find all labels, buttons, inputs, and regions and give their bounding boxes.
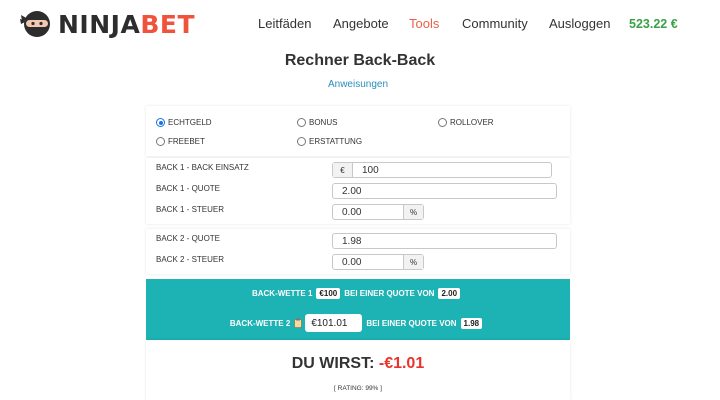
result-band: BACK-WETTE 1 €100 BEI EINER QUOTE VON 2.… xyxy=(146,279,570,340)
result-line-back1: BACK-WETTE 1 €100 BEI EINER QUOTE VON 2.… xyxy=(146,288,570,299)
radio-bonus[interactable]: BONUS xyxy=(297,118,337,127)
currency-prefix: € xyxy=(333,163,353,177)
back2-panel: BACK 2 - QUOTE 1.98 BACK 2 - STEUER 0.00… xyxy=(146,229,570,274)
result-back1-mid: BEI EINER QUOTE VON xyxy=(344,289,435,298)
result-back2-stake-input[interactable]: €101.01 xyxy=(305,314,363,332)
radio-indicator[interactable] xyxy=(156,118,165,127)
radio-label: ERSTATTUNG xyxy=(309,137,363,146)
clipboard-icon[interactable] xyxy=(294,318,303,328)
rating-text: [ RATING: 99% ] xyxy=(334,385,382,392)
radio-rollover[interactable]: ROLLOVER xyxy=(438,118,494,127)
back2-odds-value[interactable]: 1.98 xyxy=(333,236,361,247)
back1-panel: BACK 1 - BACK EINSATZ € 100 BACK 1 - QUO… xyxy=(146,158,570,224)
back1-tax-label: BACK 1 - STEUER xyxy=(156,205,225,214)
outcome-panel: DU WIRST: -€1.01 [ RATING: 99% ] xyxy=(146,340,570,400)
radio-indicator[interactable] xyxy=(297,118,306,127)
main-nav: Leitfäden Angebote Tools Community Auslo… xyxy=(0,16,720,36)
radio-indicator[interactable] xyxy=(438,118,447,127)
outcome-amount: -€1.01 xyxy=(378,355,425,372)
back1-stake-input[interactable]: € 100 xyxy=(332,162,552,178)
percent-suffix: % xyxy=(403,255,423,269)
radio-indicator[interactable] xyxy=(156,137,165,146)
page-title: Rechner Back-Back xyxy=(284,52,436,69)
nav-item-logout[interactable]: Ausloggen xyxy=(549,16,610,31)
back2-odds-label: BACK 2 - QUOTE xyxy=(156,234,221,243)
result-back2-odds: 1.98 xyxy=(460,317,483,329)
nav-item-community[interactable]: Community xyxy=(462,16,528,31)
back2-tax-input[interactable]: 0.00 % xyxy=(332,254,424,270)
back1-stake-label: BACK 1 - BACK EINSATZ xyxy=(156,163,249,172)
back1-odds-input[interactable]: 2.00 xyxy=(332,183,557,199)
nav-item-offers[interactable]: Angebote xyxy=(333,16,389,31)
outcome-prefix: DU WIRST: xyxy=(291,355,375,372)
result-back2-mid: BEI EINER QUOTE VON xyxy=(366,318,457,328)
radio-refund[interactable]: ERSTATTUNG xyxy=(297,137,362,146)
back2-tax-label: BACK 2 - STEUER xyxy=(156,255,225,264)
back1-tax-value[interactable]: 0.00 xyxy=(333,207,361,218)
back1-odds-value[interactable]: 2.00 xyxy=(333,186,361,197)
back2-tax-value[interactable]: 0.00 xyxy=(333,257,361,268)
result-back1-label: BACK-WETTE 1 xyxy=(251,289,313,298)
radio-freebet[interactable]: FREEBET xyxy=(156,137,205,146)
result-back1-stake: €100 xyxy=(316,288,341,299)
radio-label: ECHTGELD xyxy=(168,118,212,127)
back1-stake-value[interactable]: 100 xyxy=(353,165,379,176)
instructions-link[interactable]: Anweisungen xyxy=(0,79,716,90)
site-header: NINJABET Leitfäden Angebote Tools Commun… xyxy=(0,0,720,50)
back1-tax-input[interactable]: 0.00 % xyxy=(332,204,424,220)
bet-type-panel: ECHTGELD BONUS ROLLOVER FREEBET ERSTATTU… xyxy=(146,106,570,156)
percent-suffix: % xyxy=(403,205,423,219)
result-back2-label: BACK-WETTE 2 xyxy=(229,318,291,328)
result-back1-odds: 2.00 xyxy=(438,288,461,299)
nav-item-tools[interactable]: Tools xyxy=(409,16,439,31)
result-line-back2: BACK-WETTE 2 €101.01 BEI EINER QUOTE VON… xyxy=(146,314,570,332)
outcome-text: DU WIRST: -€1.01 xyxy=(146,355,570,373)
back2-odds-input[interactable]: 1.98 xyxy=(332,233,557,249)
account-balance: 523.22 € xyxy=(629,17,678,31)
radio-label: ROLLOVER xyxy=(450,118,494,127)
radio-label: BONUS xyxy=(309,118,338,127)
back1-odds-label: BACK 1 - QUOTE xyxy=(156,184,221,193)
radio-label: FREEBET xyxy=(168,137,205,146)
radio-indicator[interactable] xyxy=(297,137,306,146)
radio-real-money[interactable]: ECHTGELD xyxy=(156,118,212,127)
nav-item-guides[interactable]: Leitfäden xyxy=(258,16,312,31)
